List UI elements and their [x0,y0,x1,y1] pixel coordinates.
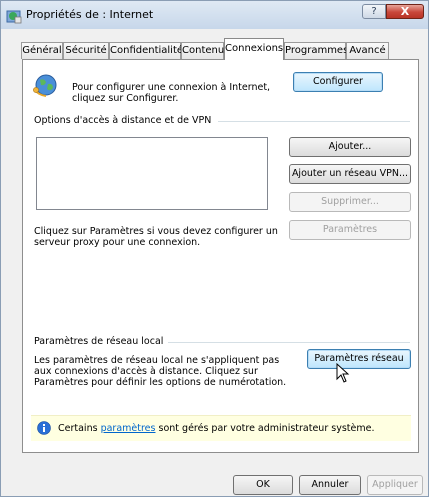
admin-notice-bar: Certains paramètres sont gérés par votre… [31,415,411,441]
window-title: Propriétés de : Internet [26,8,154,21]
tab-programs[interactable]: Programmes [284,42,348,59]
connection-setup-text: Pour configurer une connexion à Internet… [72,82,271,104]
connections-panel: Pour configurer une connexion à Internet… [22,59,419,453]
tab-content[interactable]: Contenu [181,42,224,59]
configure-button[interactable]: Configurer [293,72,383,92]
admin-notice-text: Certains paramètres sont gérés par votre… [58,423,374,434]
connections-listbox[interactable] [36,137,268,210]
title-bar[interactable]: Propriétés de : Internet ? X [1,1,428,29]
lan-settings-button[interactable]: Paramètres réseau [307,349,411,369]
add-vpn-button[interactable]: Ajouter un réseau VPN... [289,164,411,184]
tab-connections[interactable]: Connexions [224,38,284,60]
admin-notice-suffix: sont gérés par votre administrateur syst… [158,423,375,434]
apply-button[interactable]: Appliquer [367,475,423,495]
internet-properties-window: Propriétés de : Internet ? X Général Séc… [0,0,429,497]
close-button[interactable]: X [386,4,424,19]
tab-security[interactable]: Sécurité [63,42,109,59]
info-icon [37,421,51,435]
help-button[interactable]: ? [362,4,386,19]
lan-settings-divider [168,342,410,343]
proxy-settings-text: Cliquez sur Paramètres si vous devez con… [34,226,278,248]
dialup-vpn-heading: Options d'accès à distance et de VPN [34,115,212,126]
lan-settings-text: Les paramètres de réseau local ne s'appl… [34,355,287,388]
tab-privacy[interactable]: Confidentialité [109,42,183,59]
internet-options-icon [6,10,22,24]
remove-button[interactable]: Supprimer... [289,192,411,212]
lan-settings-heading: Paramètres de réseau local [34,336,164,347]
tab-general[interactable]: Général [21,42,63,59]
ok-button[interactable]: OK [233,475,293,495]
tab-advanced[interactable]: Avancé [346,42,389,59]
admin-notice-prefix: Certains [58,423,98,434]
mouse-pointer-icon [336,363,350,383]
settings-button[interactable]: Paramètres [289,220,411,240]
dialup-vpn-divider [218,121,410,122]
add-button[interactable]: Ajouter... [289,137,411,157]
globe-connection-icon [33,74,57,97]
settings-link[interactable]: paramètres [101,423,156,434]
cancel-button[interactable]: Annuler [299,475,361,495]
